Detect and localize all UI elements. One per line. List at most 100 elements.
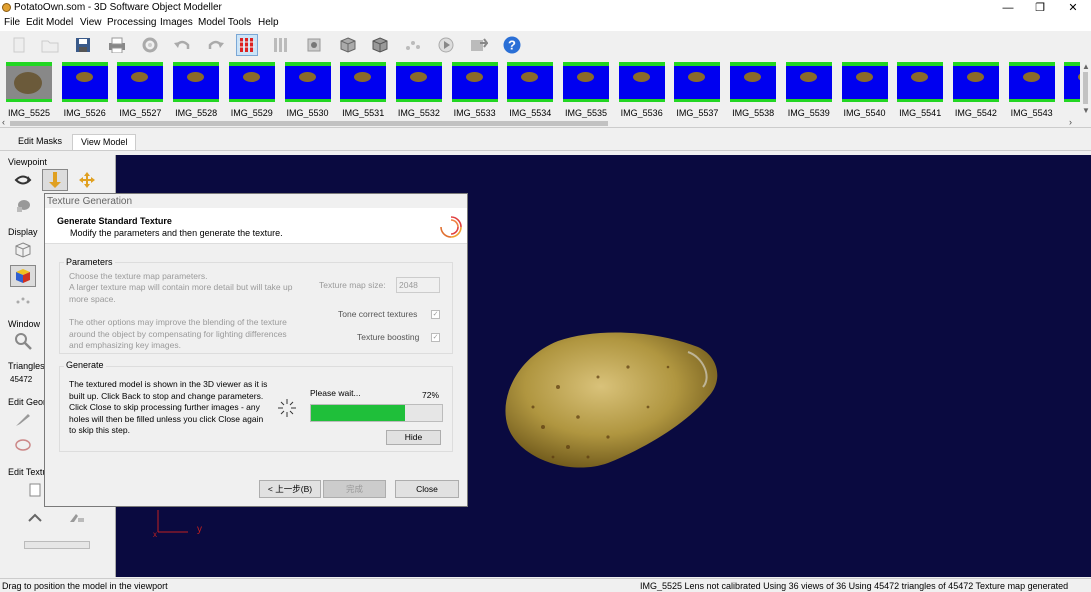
close-window-button[interactable]: ✕ xyxy=(1058,0,1088,16)
redo-icon[interactable] xyxy=(205,34,227,56)
triangles-count: 45472 xyxy=(10,375,33,384)
columns-icon[interactable] xyxy=(270,34,292,56)
tab-edit-masks[interactable]: Edit Masks xyxy=(10,134,70,150)
potato-3d-model[interactable] xyxy=(498,327,720,471)
potato-thumbnail-icon xyxy=(966,72,984,82)
thumbnail-image[interactable] xyxy=(674,62,721,102)
thumbnail-image[interactable] xyxy=(897,62,944,102)
knife-icon[interactable] xyxy=(10,409,36,431)
menu-help[interactable]: Help xyxy=(258,17,279,28)
thumbnail-image[interactable] xyxy=(952,62,999,102)
menu-view[interactable]: View xyxy=(80,17,102,28)
please-wait-text: Please wait... xyxy=(310,388,361,398)
rotate-icon[interactable] xyxy=(10,169,36,191)
lasso-icon[interactable] xyxy=(10,435,36,457)
tone-correct-checkbox[interactable]: ✓ xyxy=(431,310,440,319)
edit-texture-label: Edit Textu xyxy=(8,467,48,477)
pan-icon[interactable] xyxy=(74,169,100,191)
menu-images[interactable]: Images xyxy=(160,17,193,28)
thumbnail-label: IMG_5531 xyxy=(342,108,385,118)
thumbnail-label: IMG_5532 xyxy=(397,108,440,118)
cube-texture-icon[interactable] xyxy=(369,34,391,56)
thumbnail-image[interactable] xyxy=(117,62,164,102)
thumbnail-image[interactable] xyxy=(618,62,665,102)
potato-thumbnail-icon xyxy=(75,72,93,82)
zoom-move-icon[interactable] xyxy=(42,169,68,191)
print-icon[interactable] xyxy=(106,34,128,56)
status-left: Drag to position the model in the viewpo… xyxy=(2,581,168,591)
generate-label: Generate xyxy=(64,360,106,372)
display-label: Display xyxy=(8,227,38,237)
thumbnail-image[interactable] xyxy=(730,62,777,102)
thumbnail-image[interactable] xyxy=(1008,62,1055,102)
save-icon[interactable] xyxy=(72,34,94,56)
settings-icon[interactable] xyxy=(139,34,161,56)
thumbnail-image[interactable] xyxy=(6,62,52,102)
undo-icon[interactable] xyxy=(171,34,193,56)
play-icon[interactable] xyxy=(435,34,457,56)
progress-bar xyxy=(310,404,443,422)
chevron-up-icon[interactable] xyxy=(22,507,48,529)
textured-cube-icon[interactable] xyxy=(10,265,36,287)
thumbnail-label: IMG_5537 xyxy=(676,108,719,118)
new-icon[interactable] xyxy=(8,34,30,56)
thumbnail-image[interactable] xyxy=(451,62,498,102)
thumbnail-image[interactable] xyxy=(785,62,832,102)
thumbnail-image[interactable] xyxy=(284,62,331,102)
menu-processing[interactable]: Processing xyxy=(107,17,156,28)
thumbnail-label: IMG_5529 xyxy=(230,108,273,118)
thumbnail-image[interactable] xyxy=(395,62,442,102)
menu-file[interactable]: File xyxy=(4,17,20,28)
vertical-scrollbar[interactable]: ▲ ▼ xyxy=(1080,62,1091,118)
light-icon[interactable] xyxy=(10,195,36,217)
tab-view-model[interactable]: View Model xyxy=(72,134,137,150)
generate-text: The textured model is shown in the 3D vi… xyxy=(69,379,268,435)
thumbnail-image[interactable] xyxy=(507,62,554,102)
thumbnail-image[interactable] xyxy=(173,62,220,102)
thumbnail-label: IMG_5525 xyxy=(7,108,51,118)
menu-edit-model[interactable]: Edit Model xyxy=(26,17,73,28)
open-icon[interactable] xyxy=(39,34,61,56)
progress-percent: 72% xyxy=(422,390,440,400)
scrollbar-thumb[interactable] xyxy=(10,121,608,126)
menu-model-tools[interactable]: Model Tools xyxy=(198,17,251,28)
thumbnail-image[interactable] xyxy=(563,62,609,102)
thumbnail-strip: IMG_5525 IMG_5526 IMG_5527 IMG_5528 IMG_5529… xyxy=(0,58,1091,128)
close-button[interactable]: Close xyxy=(395,480,459,498)
params-text-1: Choose the texture map parameters. xyxy=(69,271,208,281)
vertex-display-icon[interactable] xyxy=(10,289,36,311)
minimize-button[interactable]: — xyxy=(993,0,1023,16)
maximize-button[interactable]: ❐ xyxy=(1025,0,1055,16)
finish-button[interactable]: 完成 xyxy=(323,480,386,498)
thumbnail-label: IMG_5538 xyxy=(732,108,775,118)
potato-thumbnail-icon xyxy=(131,72,149,82)
thumbnail-image[interactable] xyxy=(841,62,888,102)
brush-icon[interactable] xyxy=(64,507,90,529)
points-icon[interactable] xyxy=(402,34,424,56)
thumbnail-label: IMG_5541 xyxy=(899,108,942,118)
texture-size-field[interactable]: 2048 xyxy=(396,277,440,293)
scroll-left-icon[interactable]: ‹ xyxy=(2,117,5,127)
mask-icon[interactable] xyxy=(303,34,325,56)
help-icon[interactable]: ? xyxy=(501,34,523,56)
params-text-3: The other options may improve the blendi… xyxy=(69,317,287,350)
back-button[interactable]: < 上一步(B) xyxy=(259,480,321,498)
magnifier-icon[interactable] xyxy=(10,330,36,352)
potato-thumbnail-icon xyxy=(14,72,42,94)
thumbnail-label: IMG_5539 xyxy=(787,108,830,118)
thumbnail-image[interactable] xyxy=(61,62,108,102)
cube-icon[interactable] xyxy=(337,34,359,56)
thumbnail-image[interactable] xyxy=(228,62,275,102)
spinner-icon xyxy=(278,399,296,417)
grid-icon[interactable] xyxy=(236,34,258,56)
texture-boosting-checkbox[interactable]: ✓ xyxy=(431,333,440,342)
texture-slider[interactable] xyxy=(24,541,90,549)
scroll-right-icon[interactable]: › xyxy=(1069,117,1072,127)
export-icon[interactable] xyxy=(468,34,490,56)
wireframe-icon[interactable] xyxy=(10,239,36,261)
status-right: IMG_5525 Lens not calibrated Using 36 vi… xyxy=(640,581,1069,591)
thumbnail-image[interactable] xyxy=(340,62,387,102)
title-bar: PotatoOwn.som - 3D Software Object Model… xyxy=(0,0,1091,16)
texture-boosting-label: Texture boosting xyxy=(357,332,420,342)
hide-button[interactable]: Hide xyxy=(386,430,441,445)
